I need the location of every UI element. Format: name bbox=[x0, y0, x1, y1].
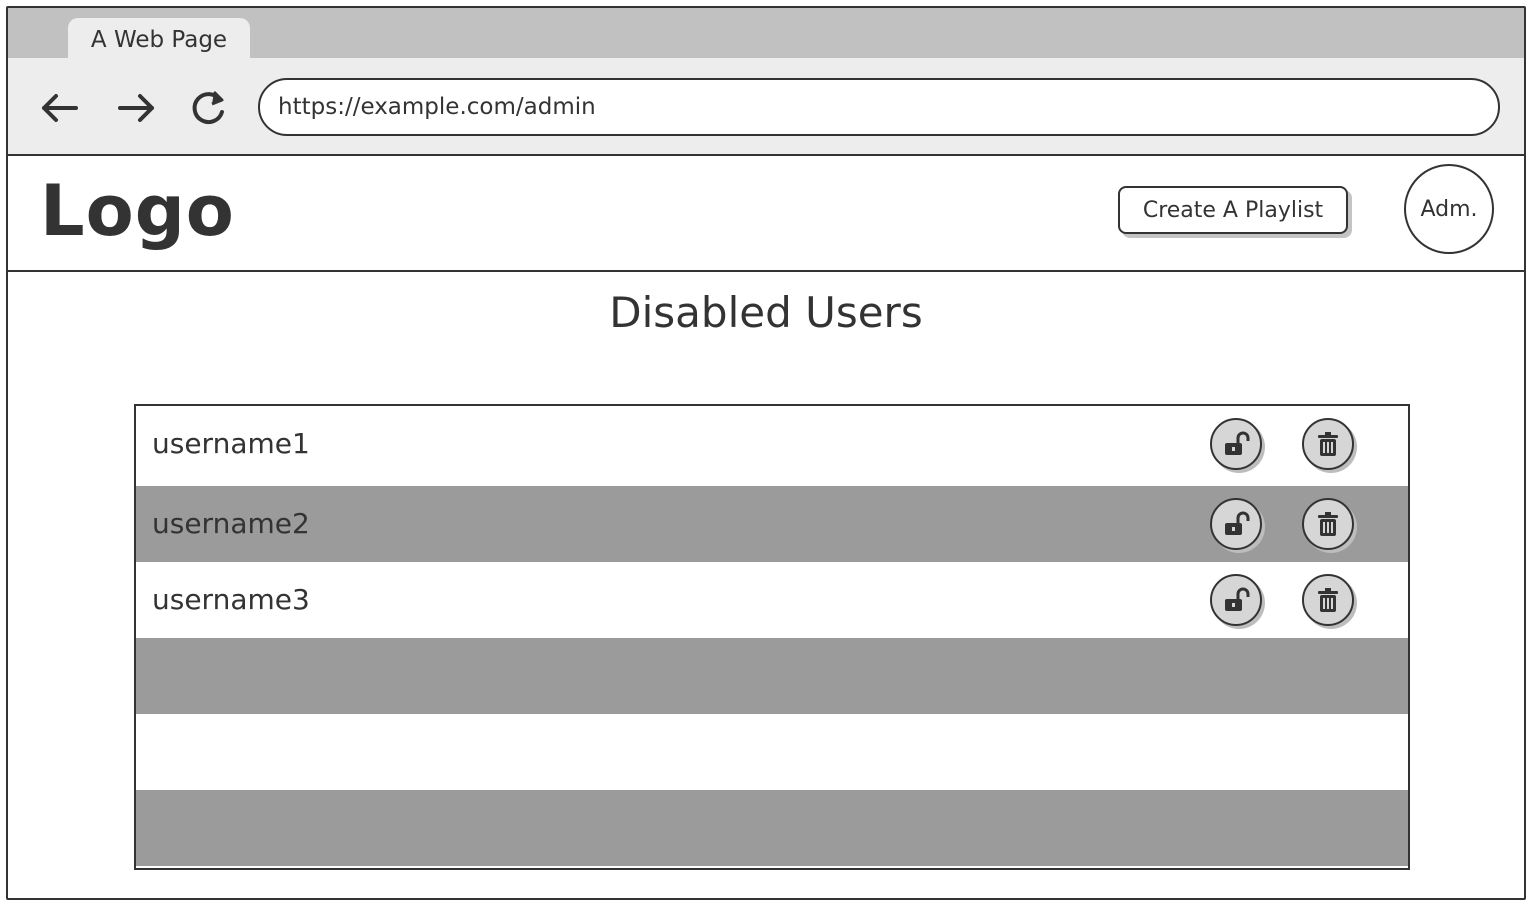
reload-button[interactable] bbox=[184, 84, 232, 132]
address-bar-url: https://example.com/admin bbox=[278, 94, 596, 120]
table-row: username3 bbox=[136, 562, 1408, 638]
tab-strip: A Web Page bbox=[8, 8, 1524, 62]
trash-icon bbox=[1318, 432, 1338, 456]
arrow-right-icon bbox=[118, 94, 154, 122]
username: username2 bbox=[152, 507, 310, 540]
table-row bbox=[136, 790, 1408, 866]
back-button[interactable] bbox=[36, 84, 84, 132]
enable-user-button[interactable] bbox=[1210, 574, 1262, 626]
trash-icon bbox=[1318, 588, 1338, 612]
browser-window: A Web Page https://example.com/admin Log… bbox=[6, 6, 1526, 900]
username: username1 bbox=[152, 427, 310, 460]
table-row bbox=[136, 638, 1408, 714]
forward-button[interactable] bbox=[112, 84, 160, 132]
site-header: Logo Create A Playlist Adm. bbox=[8, 156, 1524, 272]
table-row bbox=[136, 714, 1408, 790]
unlock-icon bbox=[1225, 587, 1250, 611]
table-row: username2 bbox=[136, 486, 1408, 562]
enable-user-button[interactable] bbox=[1210, 418, 1262, 470]
admin-avatar[interactable]: Adm. bbox=[1404, 164, 1494, 254]
table-row: username1 bbox=[136, 406, 1408, 482]
avatar-label: Adm. bbox=[1420, 196, 1478, 222]
delete-user-button[interactable] bbox=[1302, 574, 1354, 626]
reload-icon bbox=[192, 90, 224, 125]
create-playlist-label: Create A Playlist bbox=[1142, 197, 1324, 223]
tab-title: A Web Page bbox=[90, 27, 228, 53]
delete-user-button[interactable] bbox=[1302, 498, 1354, 550]
address-bar[interactable]: https://example.com/admin bbox=[258, 78, 1500, 136]
page-title: Disabled Users bbox=[609, 288, 923, 337]
unlock-icon bbox=[1225, 511, 1250, 535]
create-playlist-button[interactable]: Create A Playlist bbox=[1118, 186, 1348, 234]
site-logo[interactable]: Logo bbox=[40, 170, 235, 252]
enable-user-button[interactable] bbox=[1210, 498, 1262, 550]
arrow-left-icon bbox=[42, 94, 78, 122]
browser-toolbar: https://example.com/admin bbox=[8, 58, 1524, 156]
delete-user-button[interactable] bbox=[1302, 418, 1354, 470]
username: username3 bbox=[152, 583, 310, 616]
unlock-icon bbox=[1225, 431, 1250, 455]
disabled-users-table: username1 username2 username3 bbox=[134, 404, 1410, 870]
browser-tab[interactable]: A Web Page bbox=[68, 18, 250, 62]
trash-icon bbox=[1318, 512, 1338, 536]
